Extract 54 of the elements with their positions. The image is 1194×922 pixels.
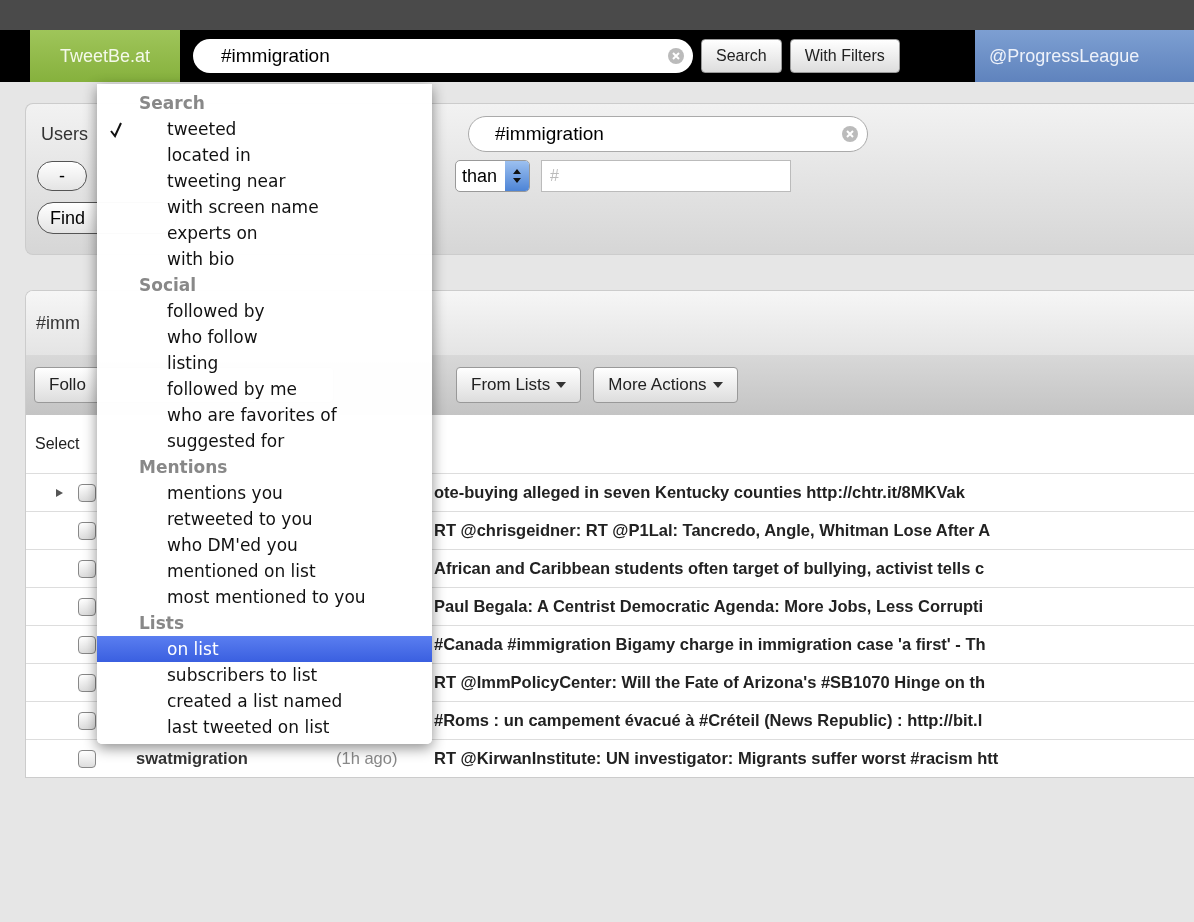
menu-item[interactable]: located in [97, 142, 432, 168]
action-button[interactable]: From Lists [456, 367, 582, 403]
search-button[interactable]: Search [701, 39, 782, 73]
remove-button[interactable]: - [37, 161, 87, 191]
filter-label: Users [41, 123, 88, 145]
filters-button[interactable]: With Filters [789, 39, 900, 73]
action-button[interactable]: More Actions [593, 367, 738, 403]
menu-item[interactable]: with bio [97, 246, 432, 272]
tweet-text: RT @KirwanInstitute: UN investigator: Migrants suffer worst #racism htt [434, 749, 999, 768]
screen-name[interactable]: swatmigration [136, 749, 336, 768]
updown-arrows-icon [512, 168, 523, 184]
expand-icon[interactable] [54, 487, 64, 498]
menu-item[interactable]: who DM'ed you [97, 532, 432, 558]
row-checkbox[interactable] [78, 521, 96, 540]
menu-item[interactable]: who follow [97, 324, 432, 350]
menu-item[interactable]: mentioned on list [97, 558, 432, 584]
row-checkbox[interactable] [78, 559, 96, 578]
menu-section-title: Mentions [138, 456, 229, 479]
menu-section-title: Search [138, 92, 206, 115]
menu-item[interactable]: tweeted [97, 116, 432, 142]
row-checkbox[interactable] [78, 673, 96, 692]
menu-item[interactable]: on list [97, 636, 432, 662]
row-checkbox[interactable] [78, 635, 96, 654]
select-label: Select [35, 435, 80, 453]
tweet-text: African and Caribbean students often target of bullying, activist tells c [434, 559, 985, 578]
row-checkbox[interactable] [78, 711, 96, 730]
menu-item[interactable]: who are favorites of [97, 402, 432, 428]
menu-item[interactable]: subscribers to list [97, 662, 432, 688]
tweet-text: #Canada #immigration Bigamy charge in immigration case 'a first' - Th [434, 635, 986, 654]
menu-item[interactable]: most mentioned to you [97, 584, 432, 610]
menu-item[interactable]: created a list named [97, 688, 432, 714]
search-field[interactable]: #immigration [193, 39, 693, 73]
comparison-select[interactable]: than [455, 160, 531, 192]
row-checkbox[interactable] [78, 483, 96, 502]
tweet-text: RT @chrisgeidner: RT @P1Lal: Tancredo, Angle, Whitman Lose After A [434, 521, 991, 540]
menu-section-title: Lists [138, 612, 186, 635]
menu-item[interactable]: last tweeted on list [97, 714, 432, 740]
tweet-text: ote-buying alleged in seven Kentucky counties http://chtr.it/8MKVak [434, 483, 965, 502]
tweet-time: (1h ago) [336, 749, 399, 768]
menu-item[interactable]: tweeting near [97, 168, 432, 194]
menu-item[interactable]: with screen name [97, 194, 432, 220]
count-field[interactable]: # [541, 160, 792, 192]
menu-item[interactable]: followed by [97, 298, 432, 324]
row-checkbox[interactable] [78, 749, 96, 768]
menu-item[interactable]: experts on [97, 220, 432, 246]
row-checkbox[interactable] [78, 597, 96, 616]
term-field[interactable]: #immigration [468, 116, 868, 152]
tweet-text: #Roms : un campement évacué à #Créteil (News Republic) : http://bit.l [434, 711, 983, 730]
tweet-text: Paul Begala: A Centrist Democratic Agenda: More Jobs, Less Corrupti [434, 597, 984, 616]
menu-item[interactable]: retweeted to you [97, 506, 432, 532]
menu-item[interactable]: mentions you [97, 480, 432, 506]
menu-item[interactable]: followed by me [97, 376, 432, 402]
tweet-text: RT @ImmPolicyCenter: Will the Fate of Arizona's #SB1070 Hinge on th [434, 673, 985, 692]
menu-item[interactable]: suggested for [97, 428, 432, 454]
